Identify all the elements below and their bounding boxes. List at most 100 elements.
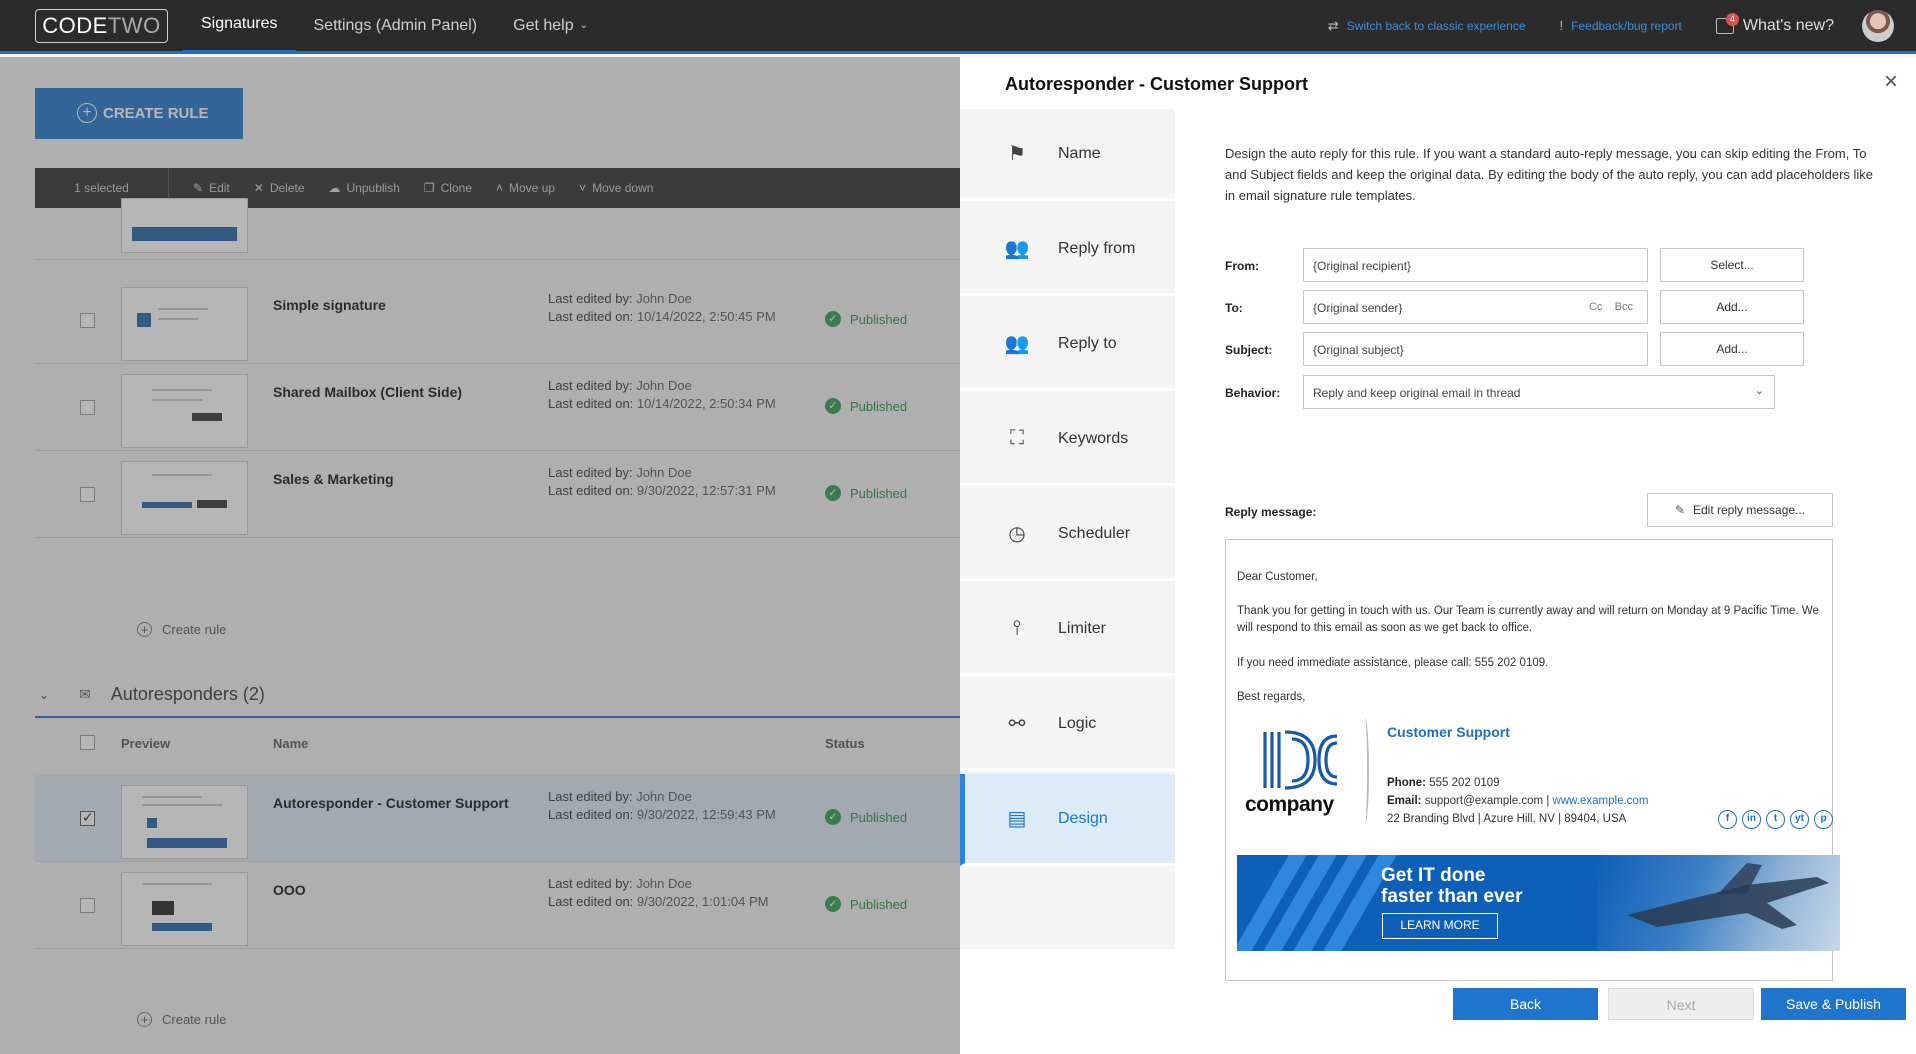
add-to-button[interactable]: Add... xyxy=(1660,290,1804,324)
closing: Best regards, xyxy=(1237,691,1306,703)
switch-classic-link[interactable]: ⇄ Switch back to classic experience xyxy=(1328,18,1526,34)
step-logic[interactable]: ⚯ Logic xyxy=(960,679,1175,771)
clock-icon: ◷ xyxy=(1008,523,1026,545)
nav-label: Signatures xyxy=(201,15,278,32)
add-subject-button[interactable]: Add... xyxy=(1660,332,1804,366)
step-reply-from[interactable]: 👥 Reply from xyxy=(960,204,1175,296)
signature-banner[interactable]: Get IT done faster than ever LEARN MORE xyxy=(1237,855,1840,951)
banner-line-2: faster than ever xyxy=(1381,886,1523,907)
codetwo-logo[interactable]: CODE TWO xyxy=(35,8,168,43)
message-paragraph: Thank you for getting in touch with us. … xyxy=(1237,605,1819,634)
signature-name: Customer Support xyxy=(1387,724,1510,740)
social-icons: f in t yt p xyxy=(1718,810,1838,829)
cc-label[interactable]: Cc xyxy=(1589,301,1602,313)
step-label: Limiter xyxy=(1058,619,1107,637)
behavior-select[interactable]: Reply and keep original email in thread ⌄ xyxy=(1303,375,1775,409)
user-avatar[interactable] xyxy=(1862,9,1894,42)
logo-code: CODE xyxy=(42,12,108,38)
switch-icon: ⇄ xyxy=(1327,17,1339,33)
to-value: {Original sender} xyxy=(1313,301,1403,315)
greeting: Dear Customer, xyxy=(1237,571,1318,583)
company-logo: company xyxy=(1237,720,1360,822)
logo-two: TWO xyxy=(107,12,161,38)
keywords-icon: ⛶ xyxy=(1010,427,1024,449)
subject-field[interactable]: {Original subject} xyxy=(1303,332,1648,366)
dialog-title: Autoresponder - Customer Support xyxy=(1005,74,1309,94)
step-name[interactable]: ⚑ Name xyxy=(960,109,1175,201)
subject-row: Subject: {Original subject} Add... xyxy=(1225,332,1885,366)
users-from-icon: 👥 xyxy=(1004,238,1030,260)
cc-bcc-toggle[interactable]: Cc Bcc xyxy=(1589,301,1633,313)
behavior-value: Reply and keep original email in thread xyxy=(1313,386,1521,400)
step-label: Scheduler xyxy=(1058,524,1131,542)
company-logo-mark xyxy=(1263,730,1338,790)
behavior-label: Behavior: xyxy=(1225,386,1281,400)
select-from-button[interactable]: Select... xyxy=(1660,248,1804,282)
pencil-icon: ✎ xyxy=(1674,503,1685,517)
linkedin-icon[interactable]: in xyxy=(1742,810,1761,829)
feedback-link[interactable]: ! Feedback/bug report xyxy=(1560,18,1682,33)
save-publish-button[interactable]: Save & Publish xyxy=(1761,988,1906,1020)
chevron-down-icon: ⌄ xyxy=(579,20,589,31)
step-label: Design xyxy=(1058,809,1108,827)
nav-get-help[interactable]: Get help ⌄ xyxy=(495,0,606,53)
edit-reply-message-button[interactable]: ✎ Edit reply message... xyxy=(1647,493,1833,527)
reply-message-preview: Dear Customer, Thank you for getting in … xyxy=(1225,539,1840,981)
whats-new-button[interactable]: 4 What's new? xyxy=(1715,12,1834,35)
jet-illustration xyxy=(1627,863,1829,929)
whats-new-label: What's new? xyxy=(1742,16,1834,34)
next-button[interactable]: Next xyxy=(1608,988,1754,1020)
feedback-label: Feedback/bug report xyxy=(1571,18,1682,33)
banner-headline: Get IT done faster than ever xyxy=(1381,865,1523,907)
email-line: Email: support@example.com | www.example… xyxy=(1387,792,1648,810)
email-value: support@example.com | xyxy=(1424,795,1550,807)
nav-settings[interactable]: Settings (Admin Panel) xyxy=(296,0,496,53)
close-icon[interactable]: × xyxy=(1876,67,1906,97)
gift-icon: 4 xyxy=(1715,12,1739,34)
bcc-label[interactable]: Bcc xyxy=(1615,301,1633,313)
edit-reply-label: Edit reply message... xyxy=(1693,503,1806,517)
email-label: Email: xyxy=(1387,795,1422,807)
logic-icon: ⚯ xyxy=(1008,713,1026,735)
step-label: Name xyxy=(1058,144,1101,162)
back-button[interactable]: Back xyxy=(1453,988,1598,1020)
youtube-icon[interactable]: yt xyxy=(1790,810,1809,829)
nav-label: Get help xyxy=(513,16,574,34)
step-limiter[interactable]: ⫯ Limiter xyxy=(960,584,1175,676)
logo-wordmark: company xyxy=(1245,793,1334,816)
feedback-icon: ! xyxy=(1559,18,1564,33)
behavior-row: Behavior: Reply and keep original email … xyxy=(1225,375,1885,409)
to-label: To: xyxy=(1225,301,1243,315)
website-link[interactable]: www.example.com xyxy=(1553,795,1649,807)
subject-label: Subject: xyxy=(1225,343,1273,357)
switch-classic-label: Switch back to classic experience xyxy=(1346,18,1526,33)
pinterest-icon[interactable]: p xyxy=(1814,810,1833,829)
main-nav: Signatures Settings (Admin Panel) Get he… xyxy=(183,0,606,53)
step-scheduler[interactable]: ◷ Scheduler xyxy=(960,489,1175,581)
phone-line: Phone: 555 202 0109 xyxy=(1387,774,1648,792)
top-bar: CODE TWO Signatures Settings (Admin Panel… xyxy=(0,0,1916,54)
step-label: Reply from xyxy=(1058,239,1136,257)
top-right-actions: ⇄ Switch back to classic experience ! Feed… xyxy=(1328,0,1916,53)
step-label: Keywords xyxy=(1058,429,1129,447)
to-row: To: {Original sender} Cc Bcc Add... xyxy=(1225,290,1885,324)
whats-new-badge: 4 xyxy=(1725,12,1739,26)
step-reply-to[interactable]: 👥 Reply to xyxy=(960,299,1175,391)
signature-contact: Phone: 555 202 0109 Email: support@examp… xyxy=(1387,774,1648,828)
chevron-down-icon: ⌄ xyxy=(1754,385,1764,397)
jet-image xyxy=(1597,855,1840,951)
address-line: 22 Branding Blvd | Azure Hill, NV | 8940… xyxy=(1387,813,1627,825)
intro-text: Design the auto reply for this rule. If … xyxy=(1225,146,1874,203)
step-design[interactable]: ▤ Design xyxy=(960,774,1175,866)
to-field[interactable]: {Original sender} Cc Bcc xyxy=(1303,290,1648,324)
twitter-icon[interactable]: t xyxy=(1766,810,1785,829)
users-to-icon: 👥 xyxy=(1004,333,1030,355)
nav-label: Settings (Admin Panel) xyxy=(313,16,478,34)
phone-label: Phone: xyxy=(1387,777,1426,789)
learn-more-button[interactable]: LEARN MORE xyxy=(1382,913,1498,939)
limiter-icon: ⫯ xyxy=(1012,617,1022,639)
step-keywords[interactable]: ⛶ Keywords xyxy=(960,394,1175,486)
from-field[interactable]: {Original recipient} xyxy=(1303,248,1648,282)
facebook-icon[interactable]: f xyxy=(1718,810,1737,829)
nav-signatures[interactable]: Signatures xyxy=(183,0,296,53)
